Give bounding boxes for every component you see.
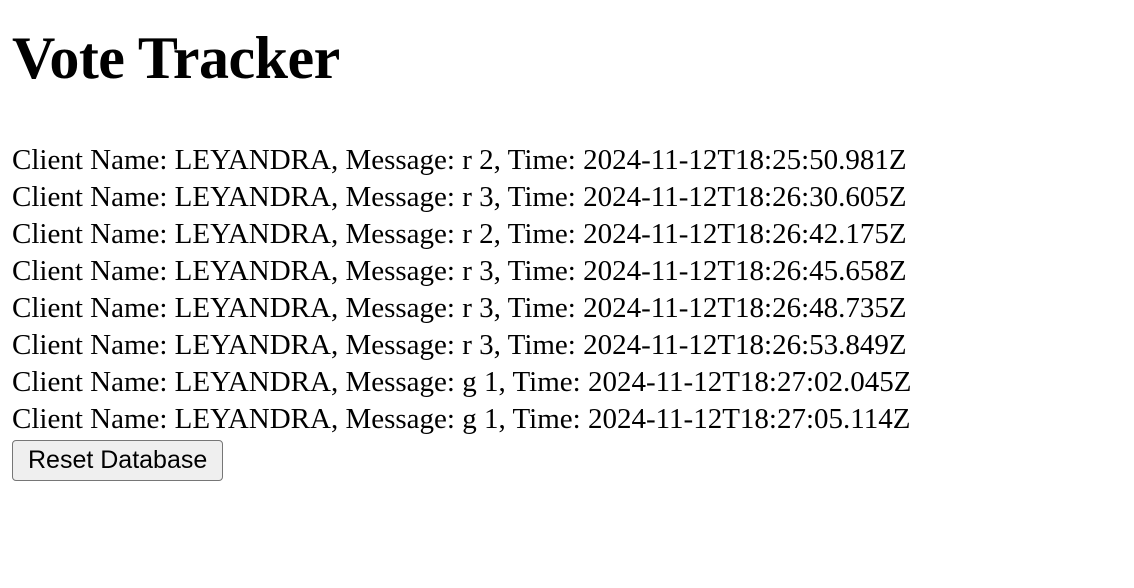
vote-list: Client Name: LEYANDRA, Message: r 2, Tim… [12, 142, 1122, 438]
vote-entry: Client Name: LEYANDRA, Message: r 3, Tim… [12, 181, 907, 213]
vote-entry: Client Name: LEYANDRA, Message: r 3, Tim… [12, 329, 907, 361]
vote-entry: Client Name: LEYANDRA, Message: g 1, Tim… [12, 366, 912, 398]
reset-database-button[interactable]: Reset Database [12, 440, 224, 481]
page-title: Vote Tracker [12, 25, 340, 91]
vote-entry: Client Name: LEYANDRA, Message: r 2, Tim… [12, 144, 907, 176]
page-root: Vote Tracker Client Name: LEYANDRA, Mess… [0, 0, 1134, 481]
vote-entry: Client Name: LEYANDRA, Message: g 1, Tim… [12, 403, 911, 435]
vote-entry: Client Name: LEYANDRA, Message: r 3, Tim… [12, 292, 907, 324]
vote-entry: Client Name: LEYANDRA, Message: r 3, Tim… [12, 255, 907, 287]
vote-entry: Client Name: LEYANDRA, Message: r 2, Tim… [12, 218, 907, 250]
